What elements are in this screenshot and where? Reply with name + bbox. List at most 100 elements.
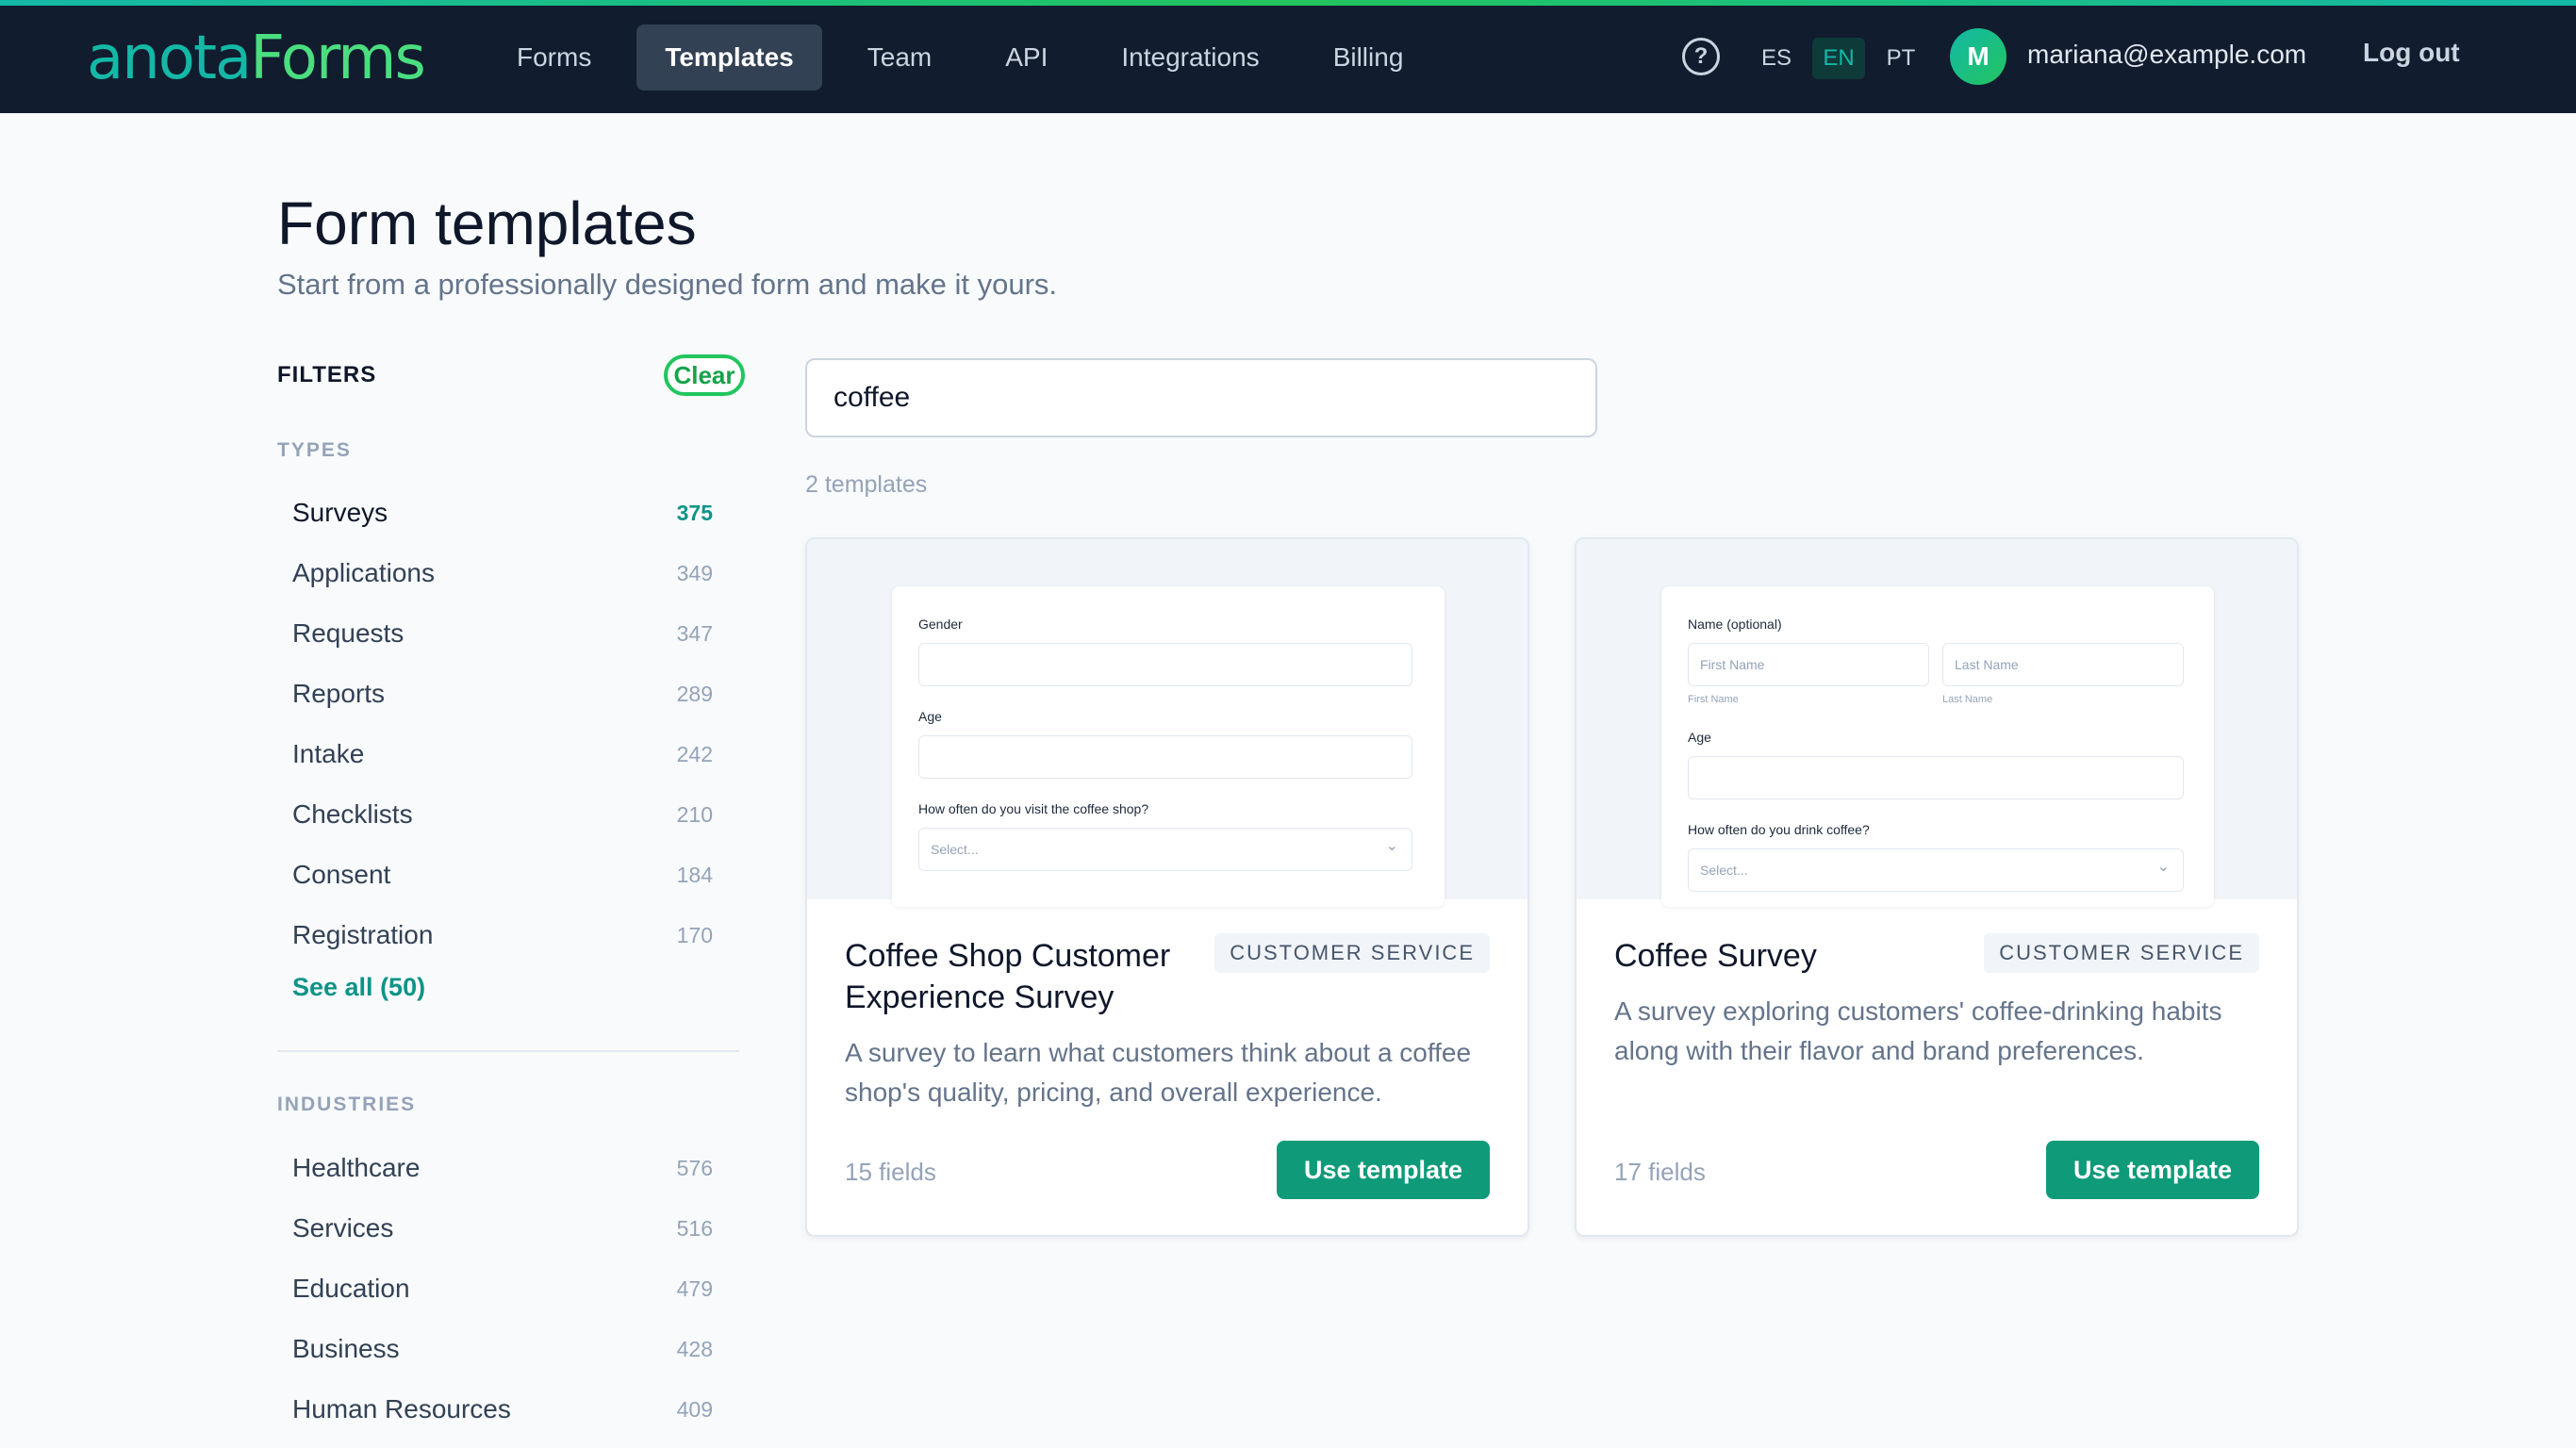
preview-field-label: Age	[1688, 730, 1711, 745]
filter-type-applications[interactable]: Applications 349	[277, 543, 739, 603]
user-email[interactable]: mariana@example.com	[2027, 40, 2306, 70]
fields-count: 15 fields	[845, 1158, 936, 1186]
preview-hint: First Name	[1688, 694, 1739, 705]
preview-input	[1688, 756, 2184, 799]
sidebar-divider	[277, 1050, 739, 1052]
category-badge: CUSTOMER SERVICE	[1984, 933, 2259, 973]
filter-count: 170	[676, 922, 713, 947]
lang-pt[interactable]: PT	[1874, 38, 1927, 79]
category-badge: CUSTOMER SERVICE	[1214, 933, 1490, 973]
preview-input	[918, 643, 1412, 686]
template-title: Coffee Survey	[1614, 938, 1817, 974]
filter-count: 347	[676, 620, 713, 646]
logout-button[interactable]: Log out	[2363, 38, 2460, 68]
filter-label: Business	[292, 1334, 400, 1363]
filter-type-surveys[interactable]: Surveys 375	[277, 483, 739, 543]
nav-integrations[interactable]: Integrations	[1093, 25, 1287, 90]
filter-label: Healthcare	[292, 1153, 421, 1182]
filter-label: Human Resources	[292, 1394, 511, 1423]
preview-field-label: How often do you drink coffee?	[1688, 822, 1870, 837]
use-template-button[interactable]: Use template	[2046, 1141, 2259, 1199]
types-filter-list: Surveys 375 Applications 349 Requests 347 R…	[277, 483, 739, 965]
nav-team[interactable]: Team	[839, 25, 960, 90]
filter-count: 349	[676, 560, 713, 585]
template-title: Coffee Shop Customer Experience Survey	[845, 938, 1171, 1015]
filter-type-requests[interactable]: Requests 347	[277, 603, 739, 664]
preview-form: Gender Age How often do you visit the co…	[892, 586, 1445, 907]
logo-text-primary: anota	[87, 24, 252, 93]
filter-count: 375	[676, 500, 713, 525]
user-avatar[interactable]: M	[1950, 28, 2006, 85]
filters-heading: FILTERS	[277, 362, 377, 387]
filter-label: Applications	[292, 558, 435, 587]
filter-type-checklists[interactable]: Checklists 210	[277, 784, 739, 845]
template-search-input[interactable]	[805, 358, 1597, 437]
top-navbar: anotaForms Forms Templates Team API Inte…	[0, 0, 2576, 113]
filter-type-consent[interactable]: Consent 184	[277, 845, 739, 905]
types-heading: TYPES	[277, 439, 352, 461]
filter-type-registration[interactable]: Registration 170	[277, 905, 739, 965]
filter-count: 289	[676, 681, 713, 706]
filter-count: 184	[676, 862, 713, 887]
filter-label: Intake	[292, 739, 365, 768]
help-icon[interactable]: ?	[1682, 38, 1720, 75]
nav-billing[interactable]: Billing	[1305, 25, 1432, 90]
see-all-types-link[interactable]: See all (50)	[292, 973, 425, 1002]
nav-api[interactable]: API	[977, 25, 1076, 90]
lang-en[interactable]: EN	[1812, 38, 1865, 79]
nav-forms[interactable]: Forms	[488, 25, 619, 90]
filter-label: Consent	[292, 860, 391, 889]
preview-field-label: Name (optional)	[1688, 617, 1782, 632]
filter-label: Checklists	[292, 799, 413, 829]
filter-count: 428	[676, 1336, 713, 1361]
main-nav: Forms Templates Team API Integrations Bi…	[488, 25, 1431, 90]
template-preview: Name (optional) First Name Last Name Fir…	[1577, 539, 2297, 907]
page-subtitle: Start from a professionally designed for…	[277, 268, 1058, 301]
industries-filter-list: Healthcare 576 Services 516 Education 479 B…	[277, 1138, 739, 1440]
page-title: Form templates	[277, 189, 697, 257]
industries-heading: INDUSTRIES	[277, 1094, 417, 1115]
preview-select: Select...	[918, 828, 1412, 871]
fields-count: 17 fields	[1614, 1158, 1706, 1186]
filter-count: 479	[676, 1275, 713, 1301]
language-switcher: ES EN PT	[1750, 38, 1927, 79]
preview-field-label: Gender	[918, 617, 963, 632]
logo-text-secondary: Forms	[250, 24, 426, 93]
result-count: 2 templates	[805, 471, 928, 498]
preview-input	[918, 735, 1412, 779]
filter-count: 210	[676, 801, 713, 827]
filter-label: Services	[292, 1213, 394, 1242]
filter-type-intake[interactable]: Intake 242	[277, 724, 739, 784]
preview-hint: Last Name	[1942, 694, 1993, 705]
template-description: A survey exploring customers' coffee-dri…	[1614, 996, 2222, 1065]
filter-industry-business[interactable]: Business 428	[277, 1319, 739, 1379]
filter-industry-human-resources[interactable]: Human Resources 409	[277, 1379, 739, 1440]
filter-industry-healthcare[interactable]: Healthcare 576	[277, 1138, 739, 1198]
filter-count: 516	[676, 1215, 713, 1241]
template-description: A survey to learn what customers think a…	[845, 1038, 1472, 1107]
lang-es[interactable]: ES	[1750, 38, 1803, 79]
preview-field-label: How often do you visit the coffee shop?	[918, 801, 1149, 816]
filter-label: Requests	[292, 618, 405, 648]
use-template-button[interactable]: Use template	[1277, 1141, 1490, 1199]
filter-label: Reports	[292, 679, 386, 708]
navbar-accent-stripe	[0, 0, 2576, 6]
filter-type-reports[interactable]: Reports 289	[277, 664, 739, 724]
template-card[interactable]: Name (optional) First Name Last Name Fir…	[1575, 537, 2299, 1237]
filter-industry-services[interactable]: Services 516	[277, 1198, 739, 1259]
brand-logo[interactable]: anotaForms	[87, 21, 426, 96]
filter-industry-education[interactable]: Education 479	[277, 1259, 739, 1319]
filter-count: 576	[676, 1155, 713, 1180]
template-card[interactable]: Gender Age How often do you visit the co…	[805, 537, 1529, 1237]
preview-field-label: Age	[918, 709, 942, 724]
filter-count: 409	[676, 1396, 713, 1422]
nav-templates[interactable]: Templates	[636, 25, 822, 90]
preview-select: Select...	[1688, 848, 2184, 892]
filter-label: Registration	[292, 920, 434, 949]
preview-input-last-name: Last Name	[1942, 643, 2184, 686]
clear-filters-button[interactable]: Clear	[664, 354, 745, 396]
filter-count: 242	[676, 741, 713, 766]
template-preview: Gender Age How often do you visit the co…	[807, 539, 1527, 907]
filter-label: Surveys	[292, 498, 388, 527]
preview-input-first-name: First Name	[1688, 643, 1929, 686]
